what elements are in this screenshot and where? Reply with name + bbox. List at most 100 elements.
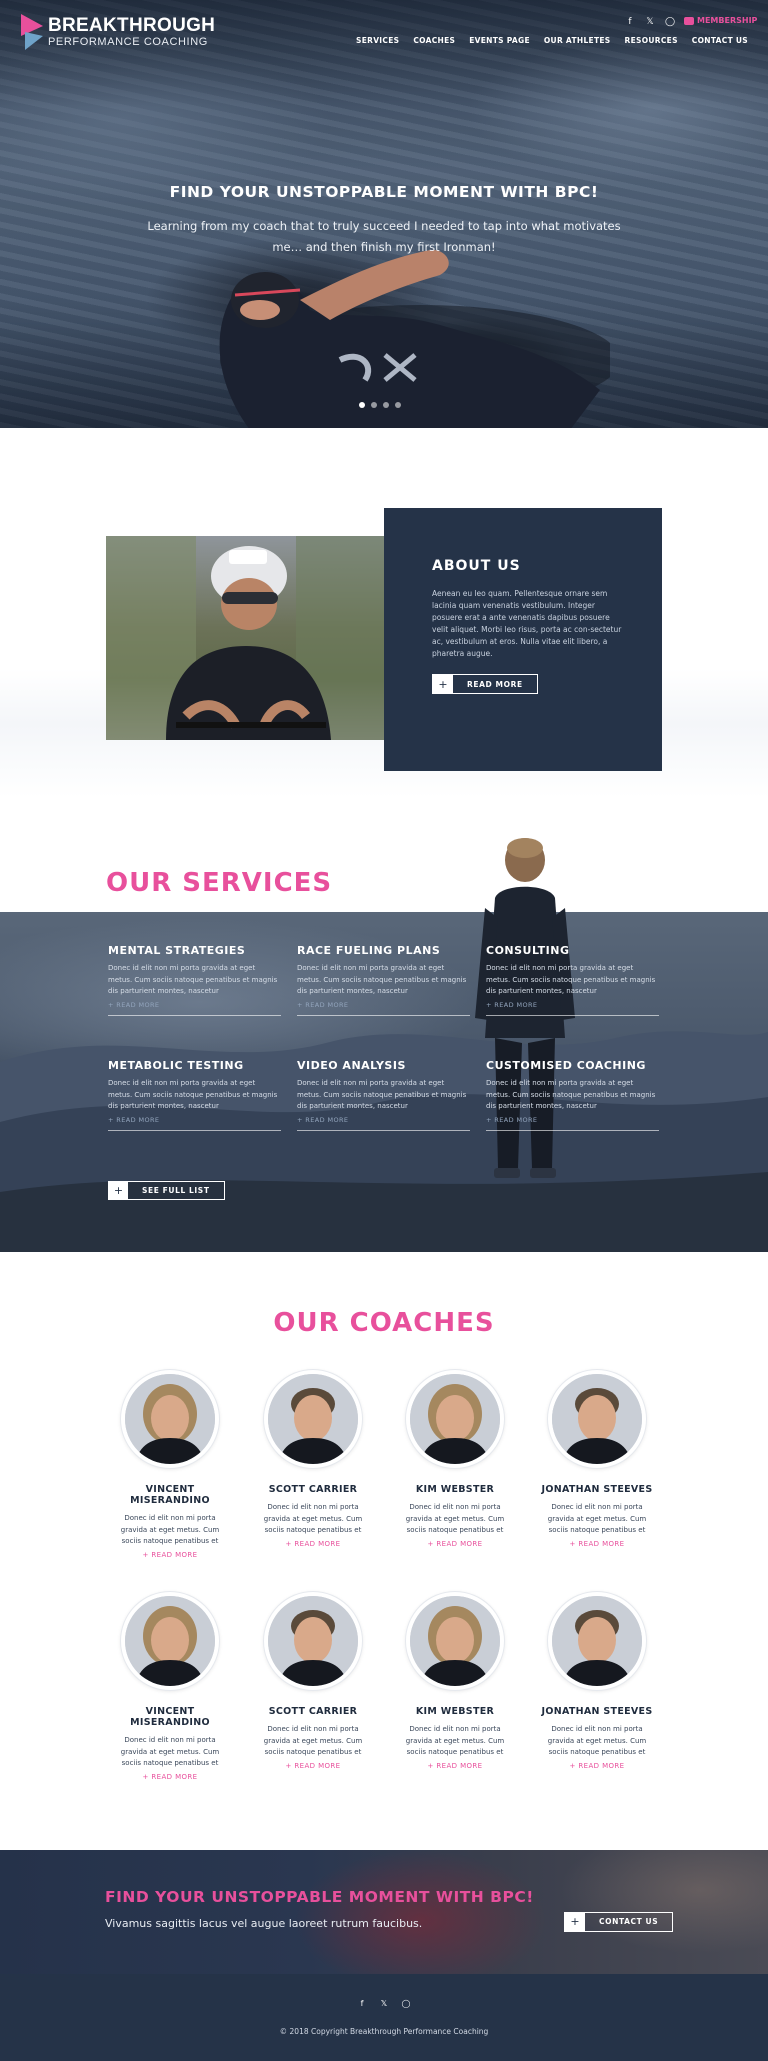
service-title: MENTAL STRATEGIES	[108, 944, 246, 957]
coach-card: VINCENT MISERANDINO Donec id elit non mi …	[105, 1592, 235, 1781]
see-full-list-button[interactable]: + SEE FULL LIST	[108, 1181, 225, 1200]
coach-avatar[interactable]	[121, 1370, 219, 1468]
service-card: CUSTOMISED COACHING Donec id elit non mi…	[486, 1059, 659, 1131]
service-read-more-link[interactable]: + READ MORE	[108, 1001, 281, 1009]
hero-subtitle: Learning from my coach that to truly suc…	[147, 219, 621, 254]
hero-banner: BREAKTHROUGH PERFORMANCE COACHING f 𝕏 ◯ …	[0, 0, 768, 428]
footer-social-links: f 𝕏 ◯	[0, 1999, 768, 2008]
services-title: OUR SERVICES	[106, 868, 333, 898]
coach-avatar[interactable]	[264, 1592, 362, 1690]
twitter-icon[interactable]: 𝕏	[379, 1999, 389, 2008]
membership-link[interactable]: MEMBERSHIP	[684, 16, 757, 25]
coach-name: KIM WEBSTER	[415, 1484, 495, 1495]
coaches-title: OUR COACHES	[273, 1308, 495, 1338]
coach-avatar[interactable]	[406, 1370, 504, 1468]
service-title: METABOLIC TESTING	[108, 1059, 244, 1072]
service-read-more-link[interactable]: + READ MORE	[486, 1001, 659, 1009]
cta-button-wrap: + CONTACT US	[564, 1910, 674, 1932]
instagram-icon[interactable]: ◯	[401, 1999, 411, 2008]
login-icon	[684, 16, 694, 25]
slider-dot[interactable]	[371, 402, 377, 408]
twitter-icon[interactable]: 𝕏	[645, 17, 655, 27]
coach-card: VINCENT MISERANDINO Donec id elit non mi …	[105, 1370, 235, 1559]
footer: f 𝕏 ◯ © 2018 Copyright Breakthrough Perf…	[0, 1974, 768, 2061]
service-read-more-link[interactable]: + READ MORE	[486, 1116, 659, 1124]
about-read-more-button[interactable]: + READ MORE	[432, 674, 538, 694]
hero-title: FIND YOUR UNSTOPPABLE MOMENT WITH BPC!	[169, 183, 599, 201]
coach-bio: Donec id elit non mi porta gravida at eg…	[547, 1725, 647, 1756]
coach-name: VINCENT MISERANDINO	[130, 1706, 210, 1728]
coach-read-more-link[interactable]: + READ MORE	[105, 1773, 235, 1781]
coach-read-more-link[interactable]: + READ MORE	[390, 1762, 520, 1770]
about-text: Aenean eu leo quam. Pellentesque ornare …	[432, 589, 622, 658]
coach-read-more-link[interactable]: + READ MORE	[532, 1762, 662, 1770]
slider-dot[interactable]	[359, 402, 365, 408]
nav-our-athletes[interactable]: OUR ATHLETES	[544, 36, 611, 45]
plus-icon: +	[433, 675, 453, 693]
services-grid: MENTAL STRATEGIES Donec id elit non mi p…	[108, 944, 660, 1131]
service-card: CONSULTING Donec id elit non mi porta gr…	[486, 944, 659, 1016]
footer-copyright: © 2018 Copyright Breakthrough Performanc…	[279, 2027, 489, 2036]
coach-card: SCOTT CARRIER Donec id elit non mi porta …	[248, 1592, 378, 1770]
slider-dot[interactable]	[395, 402, 401, 408]
coach-bio: Donec id elit non mi porta gravida at eg…	[263, 1725, 363, 1756]
cta-title: FIND YOUR UNSTOPPABLE MOMENT WITH BPC!	[105, 1888, 534, 1906]
service-read-more-link[interactable]: + READ MORE	[108, 1116, 281, 1124]
coach-read-more-link[interactable]: + READ MORE	[390, 1540, 520, 1548]
service-read-more-link[interactable]: + READ MORE	[297, 1001, 470, 1009]
facebook-icon[interactable]: f	[357, 1999, 367, 2008]
service-text: Donec id elit non mi porta gravida at eg…	[297, 964, 467, 995]
coach-avatar[interactable]	[121, 1592, 219, 1690]
plus-icon: +	[109, 1182, 128, 1199]
header-social-links: f 𝕏 ◯	[625, 17, 675, 27]
service-title: RACE FUELING PLANS	[297, 944, 441, 957]
service-text: Donec id elit non mi porta gravida at eg…	[486, 964, 656, 995]
service-text: Donec id elit non mi porta gravida at eg…	[108, 1079, 278, 1110]
nav-services[interactable]: SERVICES	[356, 36, 399, 45]
brand-logo[interactable]: BREAKTHROUGH PERFORMANCE COACHING	[21, 14, 215, 50]
service-card: MENTAL STRATEGIES Donec id elit non mi p…	[108, 944, 281, 1016]
contact-us-button[interactable]: + CONTACT US	[564, 1911, 674, 1932]
slider-dot[interactable]	[383, 402, 389, 408]
coach-card: KIM WEBSTER Donec id elit non mi porta gr…	[390, 1370, 520, 1548]
coach-bio: Donec id elit non mi porta gravida at eg…	[120, 1514, 220, 1545]
coach-read-more-link[interactable]: + READ MORE	[248, 1540, 378, 1548]
instagram-icon[interactable]: ◯	[665, 17, 675, 27]
coach-bio: Donec id elit non mi porta gravida at eg…	[120, 1736, 220, 1767]
coach-avatar[interactable]	[264, 1370, 362, 1468]
nav-coaches[interactable]: COACHES	[413, 36, 455, 45]
coach-name: JONATHAN STEEVES	[541, 1706, 653, 1717]
coach-avatar[interactable]	[548, 1370, 646, 1468]
service-text: Donec id elit non mi porta gravida at eg…	[108, 964, 278, 995]
logo-name-line1: BREAKTHROUGH	[48, 15, 216, 36]
cta-subtitle: Vivamus sagittis lacus vel augue laoreet…	[105, 1917, 423, 1930]
facebook-icon[interactable]: f	[625, 17, 635, 27]
service-card: METABOLIC TESTING Donec id elit non mi p…	[108, 1059, 281, 1131]
coach-avatar[interactable]	[548, 1592, 646, 1690]
nav-events-page[interactable]: EVENTS PAGE	[469, 36, 530, 45]
coach-card: SCOTT CARRIER Donec id elit non mi porta …	[248, 1370, 378, 1548]
service-text: Donec id elit non mi porta gravida at eg…	[486, 1079, 656, 1110]
coach-name: SCOTT CARRIER	[268, 1706, 358, 1717]
coach-name: JONATHAN STEEVES	[541, 1484, 653, 1495]
service-card: VIDEO ANALYSIS Donec id elit non mi port…	[297, 1059, 470, 1131]
coach-read-more-link[interactable]: + READ MORE	[248, 1762, 378, 1770]
see-full-list-wrap: + SEE FULL LIST	[108, 1179, 225, 1200]
read-more-label: READ MORE	[467, 679, 523, 689]
coach-read-more-link[interactable]: + READ MORE	[532, 1540, 662, 1548]
plus-icon: +	[565, 1912, 585, 1931]
logo-name-line2: PERFORMANCE COACHING	[48, 36, 208, 48]
coach-name: VINCENT MISERANDINO	[130, 1484, 210, 1506]
service-text: Donec id elit non mi porta gravida at eg…	[297, 1079, 467, 1110]
coach-name: SCOTT CARRIER	[268, 1484, 358, 1495]
service-read-more-link[interactable]: + READ MORE	[297, 1116, 470, 1124]
nav-contact-us[interactable]: CONTACT US	[692, 36, 748, 45]
coach-card: KIM WEBSTER Donec id elit non mi porta gr…	[390, 1592, 520, 1770]
see-full-list-label: SEE FULL LIST	[142, 1186, 210, 1195]
coach-bio: Donec id elit non mi porta gravida at eg…	[405, 1503, 505, 1534]
logo-chevron-icon	[21, 14, 43, 50]
coach-bio: Donec id elit non mi porta gravida at eg…	[405, 1725, 505, 1756]
coach-avatar[interactable]	[406, 1592, 504, 1690]
coach-read-more-link[interactable]: + READ MORE	[105, 1551, 235, 1559]
nav-resources[interactable]: RESOURCES	[625, 36, 678, 45]
